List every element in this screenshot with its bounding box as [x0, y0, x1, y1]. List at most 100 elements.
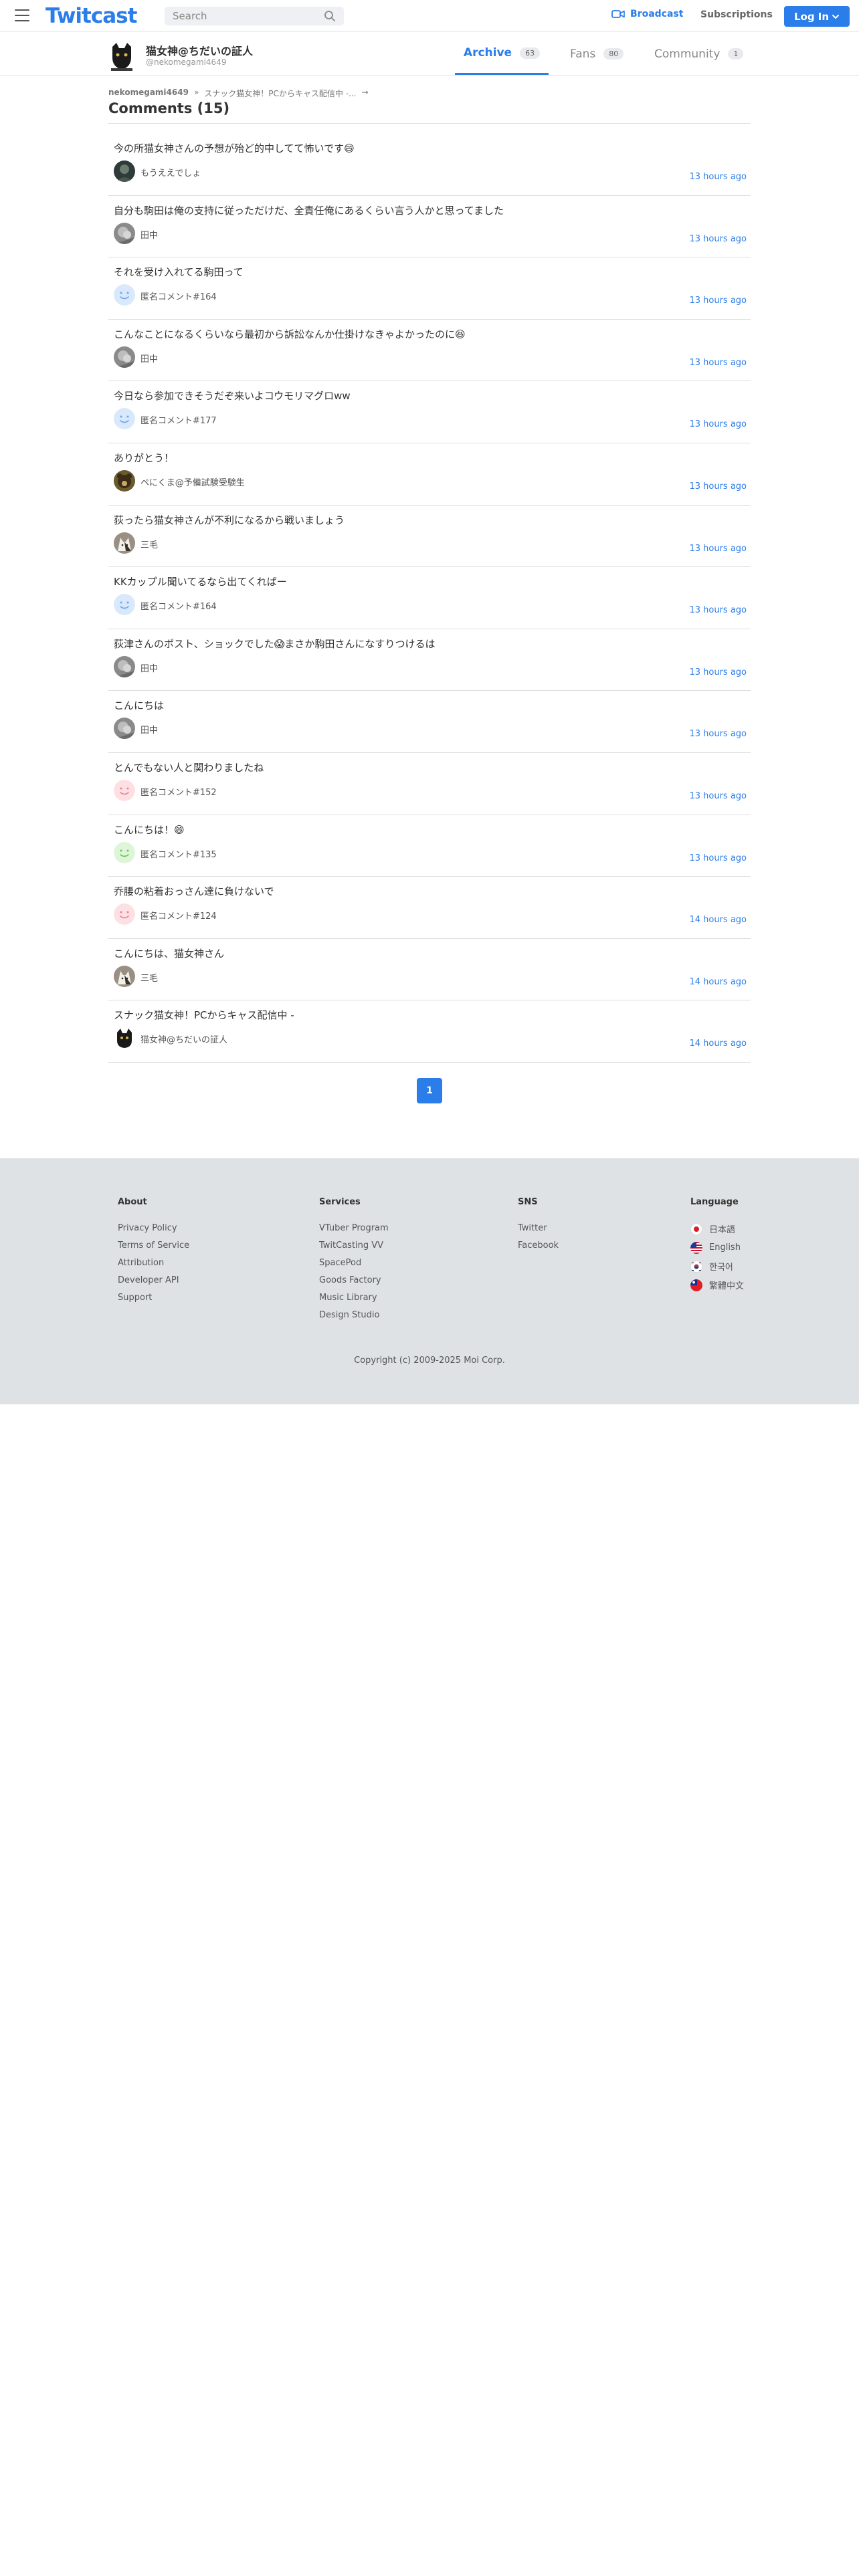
comment-text: 今の所猫女神さんの予想が殆ど的中してて怖いです😄: [114, 142, 355, 154]
us-flag-icon: [690, 1241, 702, 1254]
commenter-avatar[interactable]: [114, 903, 135, 926]
comment-item: 自分も駒田は俺の支持に従っただけだ、全責任俺にあるくらい言う人かと思ってました田…: [108, 196, 751, 258]
tab-community[interactable]: Community 1: [654, 33, 744, 75]
comment-item: 今日なら参加できそうだぞ来いよコウモリマグロww 匿名コメント#177 13 hou…: [108, 381, 751, 443]
footer-link-music-library[interactable]: Music Library: [319, 1293, 389, 1303]
comment-timestamp[interactable]: 13 hours ago: [689, 481, 747, 492]
arrow-right-icon[interactable]: →: [362, 88, 369, 99]
comment-text: ありがとう！: [114, 451, 175, 464]
commenter-avatar[interactable]: [114, 655, 135, 677]
comment-timestamp[interactable]: 13 hours ago: [689, 667, 747, 677]
comment-timestamp[interactable]: 13 hours ago: [689, 605, 747, 615]
commenter-name[interactable]: 猫女神@ちだいの証人: [140, 1033, 227, 1045]
search-input[interactable]: [173, 10, 324, 22]
copyright: Copyright (c) 2009-2025 Moi Corp.: [354, 1356, 505, 1366]
comment-text: こんにちは: [114, 700, 165, 712]
tab-fans[interactable]: Fans 80: [570, 33, 624, 75]
comment-timestamp[interactable]: 14 hours ago: [689, 977, 747, 987]
comment-timestamp[interactable]: 14 hours ago: [689, 1039, 747, 1049]
commenter-name[interactable]: 匿名コメント#177: [140, 413, 217, 426]
comment-item: こんなことになるくらいなら最初から訴訟なんか仕掛けなきゃよかったのに😆 田中 13 …: [108, 320, 751, 382]
comment-timestamp[interactable]: 13 hours ago: [689, 172, 747, 182]
footer-link-design-studio[interactable]: Design Studio: [319, 1310, 389, 1320]
footer-link-goods-factory[interactable]: Goods Factory: [319, 1275, 389, 1285]
commenter-name[interactable]: 田中: [140, 661, 158, 674]
commenter-name[interactable]: 匿名コメント#135: [140, 847, 217, 860]
commenter-avatar[interactable]: [114, 408, 135, 430]
commenter-name[interactable]: 匿名コメント#164: [140, 290, 217, 302]
footer-link-privacy[interactable]: Privacy Policy: [118, 1223, 189, 1233]
language-label: 日本語: [709, 1225, 736, 1235]
footer-link-support[interactable]: Support: [118, 1293, 189, 1303]
commenter-name[interactable]: 三毛: [140, 538, 158, 550]
comment-timestamp[interactable]: 13 hours ago: [689, 853, 747, 863]
commenter-name[interactable]: 匿名コメント#164: [140, 599, 217, 612]
commenter-name[interactable]: 三毛: [140, 971, 158, 984]
comment-timestamp[interactable]: 13 hours ago: [689, 419, 747, 429]
commenter-name[interactable]: 匿名コメント#124: [140, 909, 217, 922]
footer-link-twitter[interactable]: Twitter: [518, 1223, 559, 1233]
commenter-avatar[interactable]: [114, 222, 135, 244]
language-label: 繁體中文: [709, 1281, 745, 1291]
comment-item: KKカップル聞いてるなら出てくればー匿名コメント#164 13 hours ago: [108, 567, 751, 629]
commenter-avatar[interactable]: [114, 841, 135, 863]
login-button[interactable]: Log In: [784, 6, 850, 27]
footer-link-developer-api[interactable]: Developer API: [118, 1275, 189, 1285]
comment-timestamp[interactable]: 13 hours ago: [689, 729, 747, 739]
language-traditional-chinese[interactable]: 繁體中文: [690, 1279, 744, 1291]
language-english[interactable]: English: [690, 1241, 744, 1254]
commenter-name[interactable]: 匿名コメント#152: [140, 785, 217, 798]
footer-link-twitcasting-vv[interactable]: TwitCasting VV: [319, 1241, 389, 1251]
commenter-avatar[interactable]: [114, 1027, 135, 1049]
commenter-avatar[interactable]: [114, 965, 135, 987]
comment-item: 荻津さんのポスト、ショックでした😱まさか駒田さんになすりつけるは 田中 13 hou…: [108, 629, 751, 691]
footer-link-spacepod[interactable]: SpacePod: [319, 1258, 389, 1268]
footer-heading: SNS: [518, 1197, 538, 1207]
comment-text: KKカップル聞いてるなら出てくればー: [114, 576, 287, 588]
commenter-avatar[interactable]: [114, 594, 135, 616]
comment-timestamp[interactable]: 13 hours ago: [689, 296, 747, 306]
comment-item: とんでもない人と関わりましたね匿名コメント#152 13 hours ago: [108, 753, 751, 815]
twitcast-logo[interactable]: Twitcast: [45, 4, 137, 28]
search-box[interactable]: [165, 7, 344, 25]
language-korean[interactable]: 한국어: [690, 1260, 744, 1273]
search-icon[interactable]: [324, 10, 336, 22]
footer-link-vtuber[interactable]: VTuber Program: [319, 1223, 389, 1233]
commenter-name[interactable]: 田中: [140, 352, 158, 364]
user-avatar[interactable]: [108, 41, 135, 71]
commenter-name[interactable]: 田中: [140, 723, 158, 736]
commenter-avatar[interactable]: [114, 779, 135, 801]
comment-timestamp[interactable]: 13 hours ago: [689, 234, 747, 244]
comment-text: とんでもない人と関わりましたね: [114, 761, 264, 774]
menu-icon[interactable]: [15, 9, 29, 21]
commenter-avatar[interactable]: [114, 718, 135, 740]
breadcrumb-movie-link[interactable]: スナック猫女神！PCからキャス配信中 -...: [204, 88, 356, 99]
commenter-name[interactable]: 田中: [140, 228, 158, 241]
tw-flag-icon: [690, 1279, 702, 1291]
comment-text: こんにちは、猫女神さん: [114, 947, 225, 960]
broadcast-button[interactable]: Broadcast: [611, 9, 683, 19]
footer-link-terms[interactable]: Terms of Service: [118, 1241, 189, 1251]
commenter-name[interactable]: もうええでしょ: [140, 166, 201, 179]
comment-item: スナック猫女神！PCからキャス配信中 - 猫女神@ちだいの証人 14 hours a…: [108, 1000, 751, 1063]
subscriptions-link[interactable]: Subscriptions: [700, 9, 773, 20]
commenter-avatar[interactable]: [114, 532, 135, 554]
comment-timestamp[interactable]: 14 hours ago: [689, 915, 747, 925]
commenter-name[interactable]: ペにくま@予備試験受験生: [140, 475, 245, 488]
footer-link-facebook[interactable]: Facebook: [518, 1241, 559, 1251]
pagination-page-1[interactable]: 1: [417, 1078, 442, 1103]
tab-archive[interactable]: Archive 63: [455, 33, 549, 75]
commenter-avatar[interactable]: [114, 284, 135, 306]
commenter-avatar[interactable]: [114, 346, 135, 368]
comment-timestamp[interactable]: 13 hours ago: [689, 791, 747, 801]
comment-timestamp[interactable]: 13 hours ago: [689, 544, 747, 554]
commenter-avatar[interactable]: [114, 160, 135, 182]
commenter-avatar[interactable]: [114, 469, 135, 492]
footer-language-column: Language 日本語 English 한국어 繁體中文: [690, 1197, 744, 1298]
breadcrumb-user-link[interactable]: nekomegami4649: [108, 88, 189, 99]
comment-timestamp[interactable]: 13 hours ago: [689, 358, 747, 368]
user-name[interactable]: 猫女神@ちだいの証人: [146, 42, 253, 58]
language-japanese[interactable]: 日本語: [690, 1222, 744, 1235]
kr-flag-icon: [690, 1260, 702, 1273]
footer-link-attribution[interactable]: Attribution: [118, 1258, 189, 1268]
